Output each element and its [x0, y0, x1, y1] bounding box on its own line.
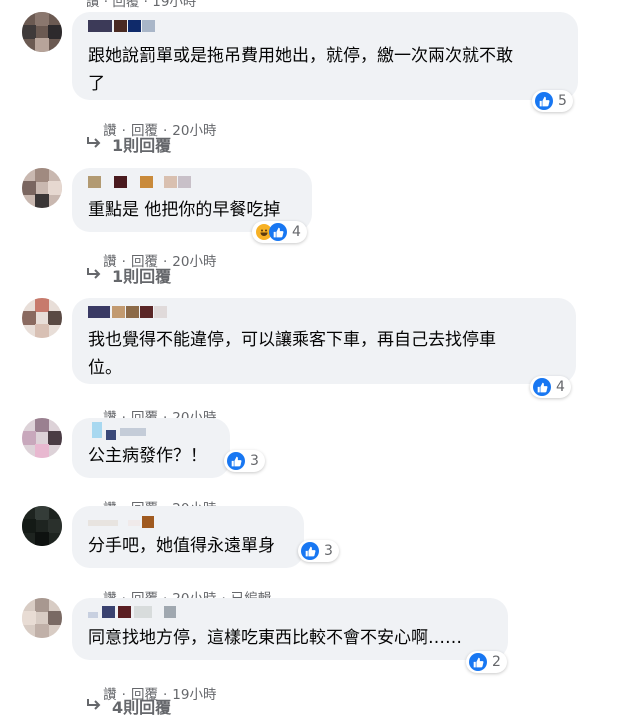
like-icon — [469, 653, 487, 671]
comment-text: 同意找地方停，這樣吃東西比較不會不安心啊…… — [88, 628, 462, 648]
reaction-count: 3 — [324, 543, 333, 559]
like-icon — [533, 378, 551, 396]
comment-bubble: 分手吧，她值得永遠單身 — [72, 506, 304, 568]
replies-label[interactable]: 1則回覆 — [112, 132, 171, 156]
avatar[interactable] — [22, 418, 62, 458]
previous-comment-meta: 讚 · 回覆 · 19小時 — [86, 0, 197, 10]
avatar[interactable] — [22, 506, 62, 546]
view-replies-button[interactable]: 1則回覆 — [86, 132, 171, 156]
reply-arrow-icon — [86, 135, 102, 154]
avatar[interactable] — [22, 12, 62, 52]
comment-bubble: 公主病發作？！ — [72, 418, 230, 478]
timestamp[interactable]: 19小時 — [172, 687, 216, 703]
comment-bubble: 跟她說罰單或是拖吊費用她出，就停，繳一次兩次就不敢 了 — [72, 12, 578, 100]
comment-text: 公主病發作？！ — [88, 446, 207, 466]
comment-text: 重點是 他把你的早餐吃掉 — [88, 200, 281, 220]
reaction-count: 3 — [250, 453, 259, 469]
reaction-count: 4 — [556, 379, 565, 395]
reaction-count: 4 — [292, 224, 301, 240]
like-icon — [227, 452, 245, 470]
comment-bubble: 我也覺得不能違停，可以讓乘客下車，再自己去找停車 位。 — [72, 298, 576, 384]
timestamp[interactable]: 20小時 — [172, 254, 216, 270]
reaction-count: 5 — [558, 93, 567, 109]
timestamp[interactable]: 20小時 — [172, 123, 216, 139]
avatar[interactable] — [22, 298, 62, 338]
avatar[interactable] — [22, 598, 62, 638]
reply-arrow-icon — [86, 697, 102, 716]
reply-arrow-icon — [86, 266, 102, 285]
reaction-summary[interactable]: 5 — [532, 90, 573, 112]
view-replies-button[interactable]: 4則回覆 — [86, 694, 171, 718]
reaction-summary[interactable]: 3 — [224, 450, 265, 472]
reaction-summary[interactable]: 4 — [252, 221, 307, 243]
like-icon — [301, 542, 319, 560]
comment-text: 分手吧，她值得永遠單身 — [88, 536, 275, 556]
like-icon — [535, 92, 553, 110]
avatar[interactable] — [22, 168, 62, 208]
reaction-summary[interactable]: 4 — [530, 376, 571, 398]
replies-label[interactable]: 1則回覆 — [112, 263, 171, 287]
reaction-summary[interactable]: 2 — [466, 651, 507, 673]
view-replies-button[interactable]: 1則回覆 — [86, 263, 171, 287]
reaction-summary[interactable]: 3 — [298, 540, 339, 562]
comment-text: 跟她說罰單或是拖吊費用她出，就停，繳一次兩次就不敢 了 — [88, 46, 513, 94]
comment-text: 我也覺得不能違停，可以讓乘客下車，再自己去找停車 位。 — [88, 330, 496, 378]
replies-label[interactable]: 4則回覆 — [112, 694, 171, 718]
reaction-count: 2 — [492, 654, 501, 670]
like-icon — [269, 223, 287, 241]
comment-bubble: 同意找地方停，這樣吃東西比較不會不安心啊…… — [72, 598, 508, 660]
